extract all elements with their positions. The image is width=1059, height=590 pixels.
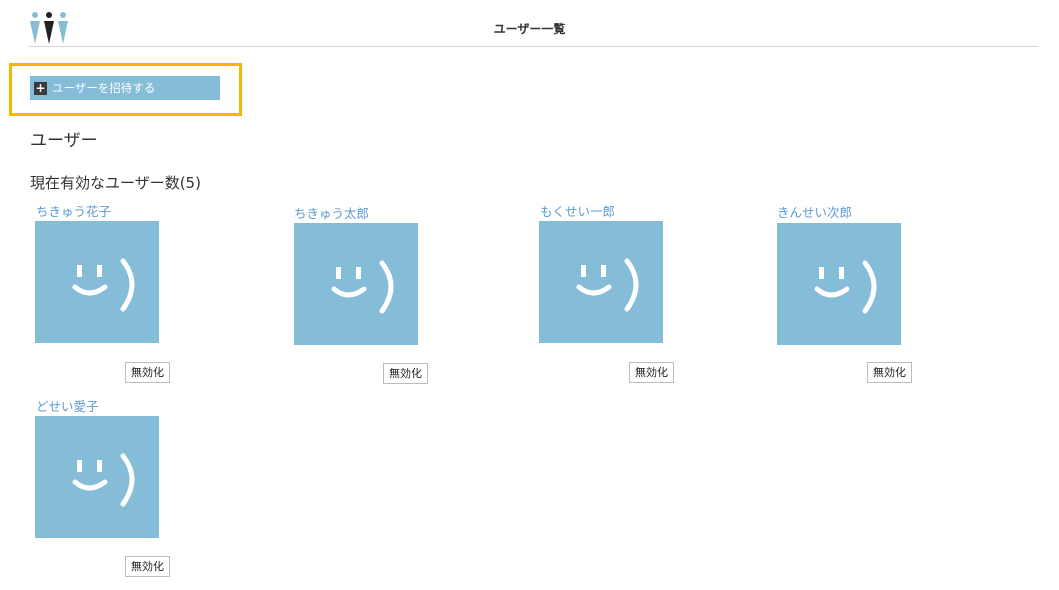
smiley-face-icon[interactable] bbox=[539, 221, 663, 343]
smiley-face-icon[interactable] bbox=[35, 221, 159, 343]
deactivate-button[interactable]: 無効化 bbox=[867, 362, 912, 383]
user-name-link[interactable]: どせい愛子 bbox=[36, 396, 99, 415]
deactivate-button[interactable]: 無効化 bbox=[629, 362, 674, 383]
user-name-link[interactable]: ちきゅう太郎 bbox=[294, 203, 369, 222]
user-name-link[interactable]: もくせい一郎 bbox=[540, 201, 615, 220]
deactivate-button[interactable]: 無効化 bbox=[125, 556, 170, 577]
plus-icon: + bbox=[34, 80, 47, 95]
smiley-face-icon[interactable] bbox=[35, 416, 159, 538]
invite-user-label: ユーザーを招待する bbox=[52, 81, 156, 95]
user-name-link[interactable]: ちきゅう花子 bbox=[36, 201, 111, 220]
smiley-face-icon[interactable] bbox=[294, 223, 418, 345]
deactivate-button[interactable]: 無効化 bbox=[383, 363, 428, 384]
deactivate-button[interactable]: 無効化 bbox=[125, 362, 170, 383]
header-divider bbox=[28, 46, 1038, 47]
user-name-link[interactable]: きんせい次郎 bbox=[777, 202, 852, 221]
section-heading: ユーザー bbox=[30, 131, 98, 151]
smiley-face-icon[interactable] bbox=[777, 223, 901, 345]
header: ユーザー一覧 bbox=[0, 0, 1059, 48]
page-title: ユーザー一覧 bbox=[493, 22, 566, 36]
invite-user-button[interactable]: + ユーザーを招待する bbox=[30, 76, 220, 100]
active-user-count: 現在有効なユーザー数(5) bbox=[30, 174, 201, 192]
